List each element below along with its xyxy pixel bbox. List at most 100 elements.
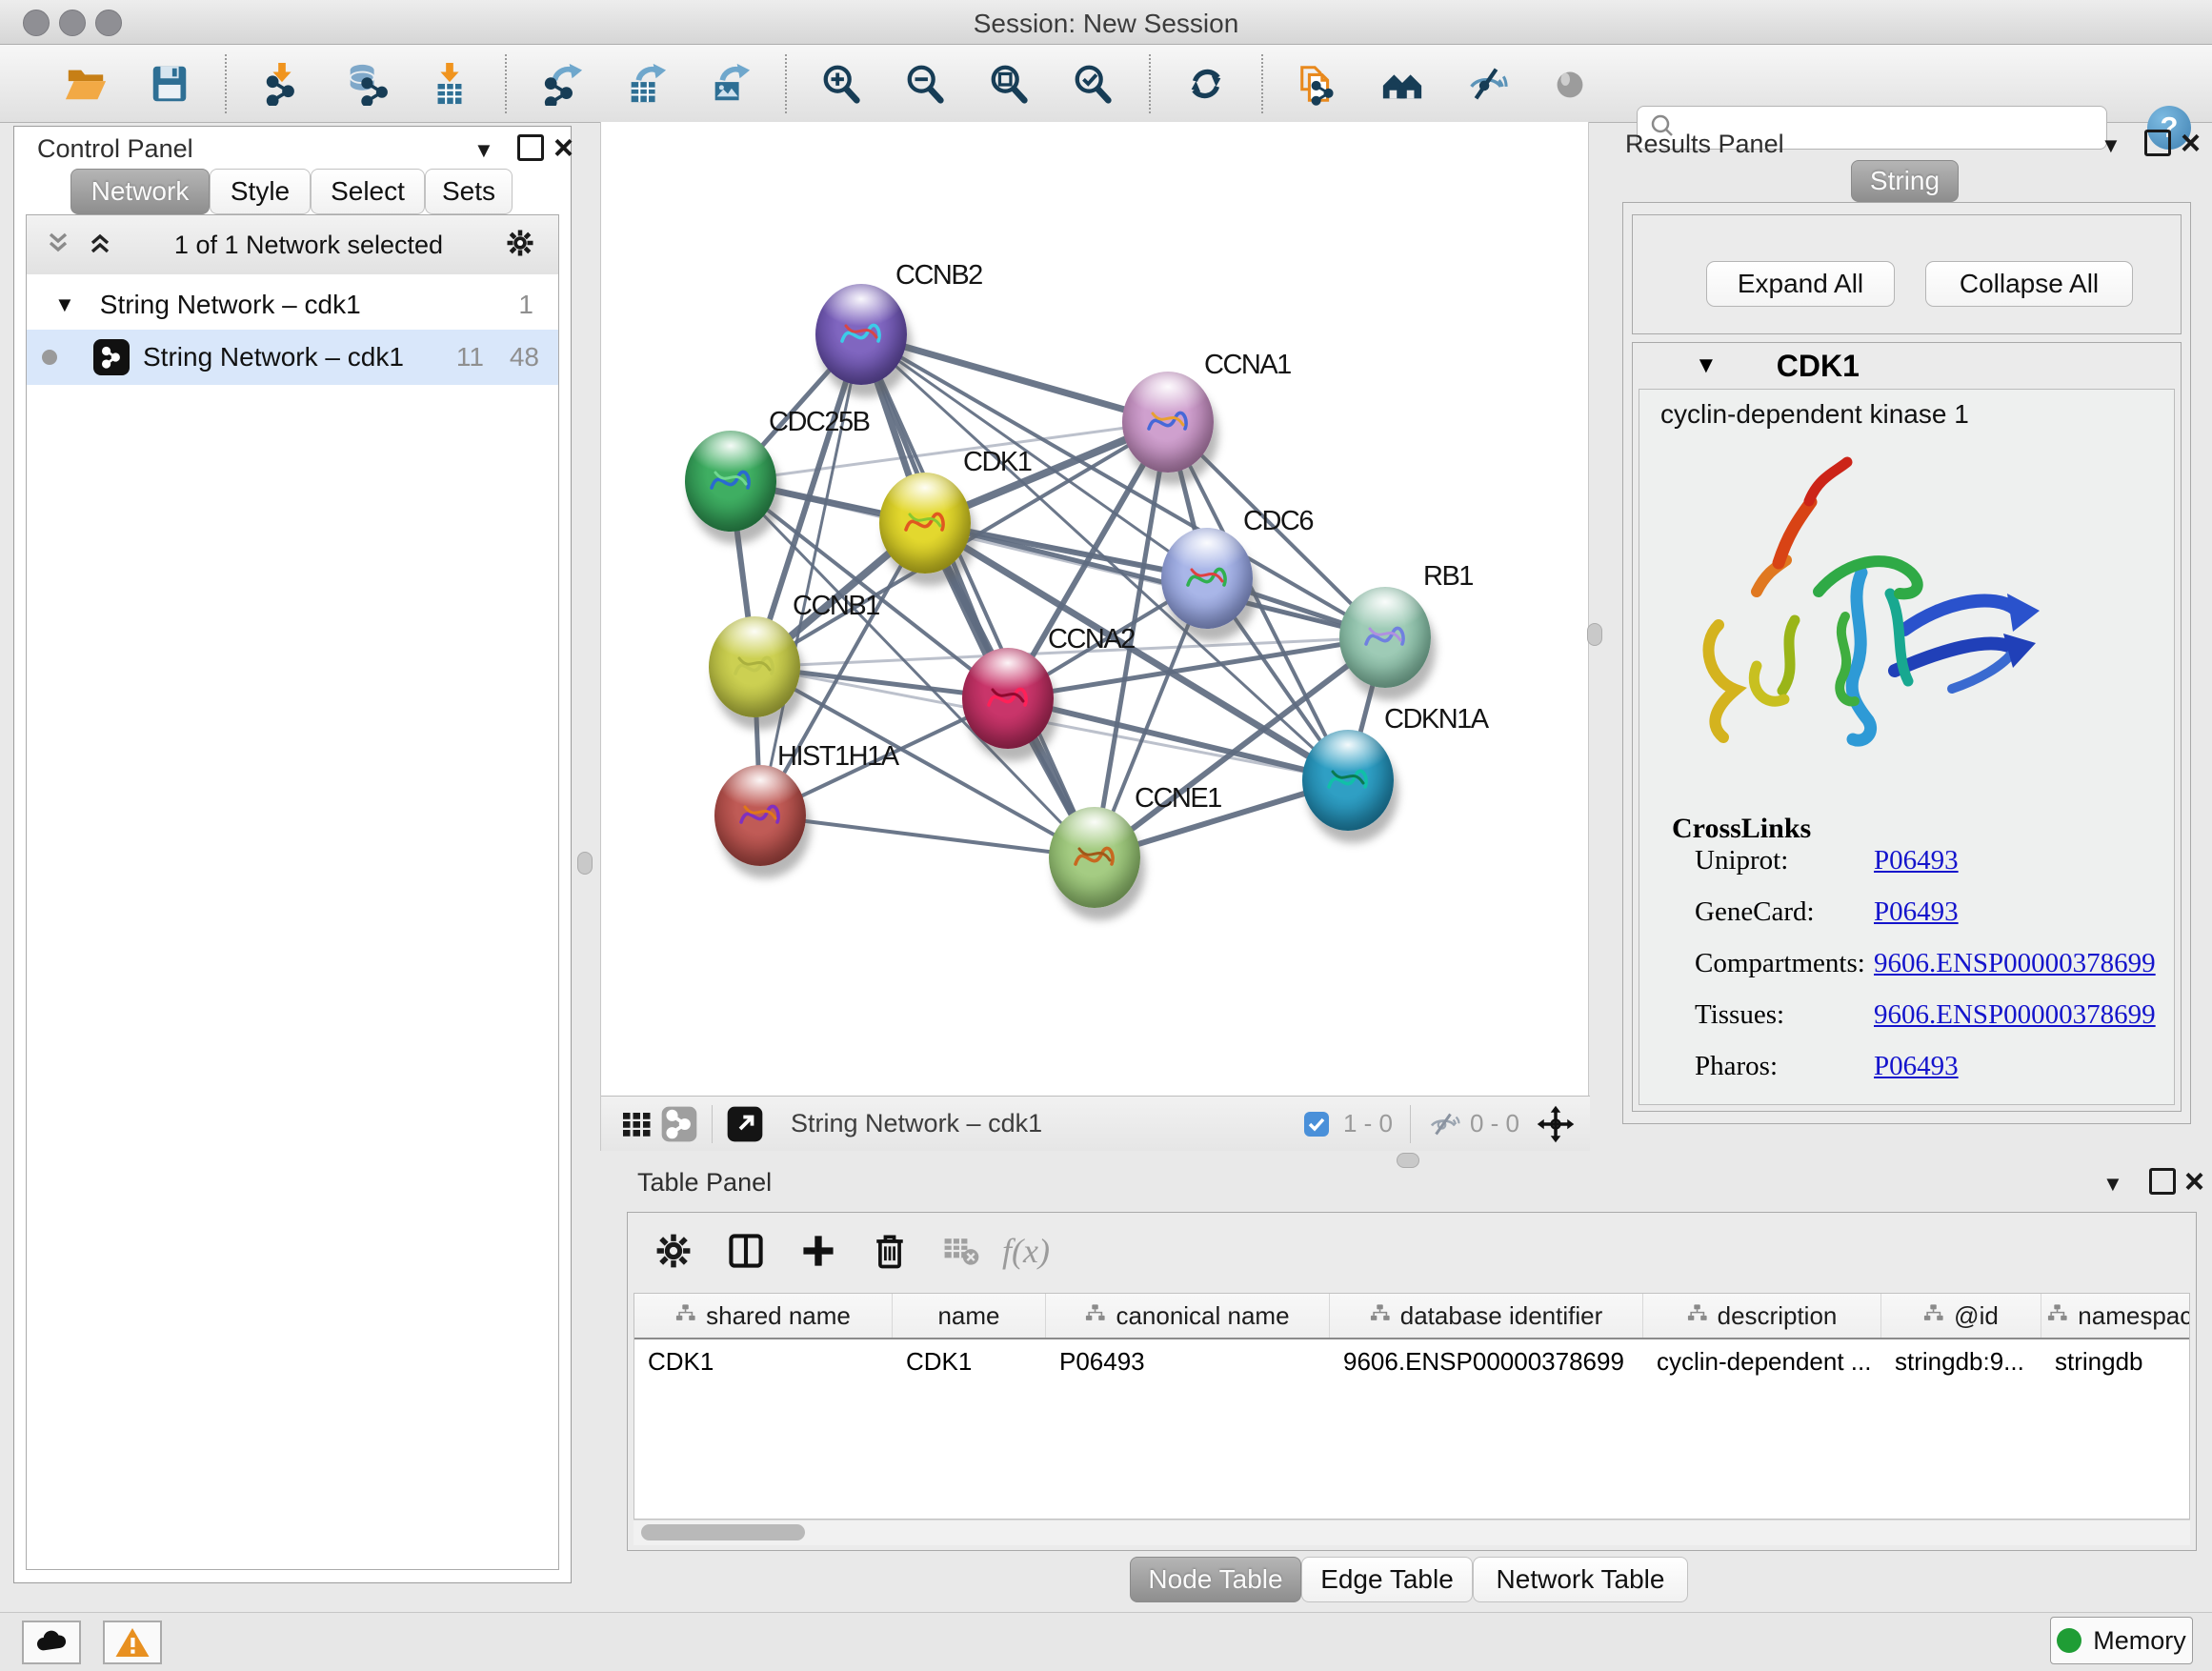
table-cell[interactable]: 9606.ENSP00000378699	[1330, 1339, 1643, 1383]
column-header--id[interactable]: @id	[1881, 1294, 2041, 1338]
column-header-namespace[interactable]: namespace	[2041, 1294, 2190, 1338]
tab-node-table[interactable]: Node Table	[1130, 1557, 1301, 1602]
zoom-fit-content-icon[interactable]	[987, 61, 1033, 107]
warnings-button[interactable]	[103, 1621, 162, 1664]
protein-structure-image	[1666, 449, 2047, 773]
gene-collapse-icon[interactable]: ▼	[1695, 352, 1718, 379]
clone-network-icon[interactable]	[1296, 61, 1341, 107]
network-edge[interactable]	[1008, 698, 1348, 780]
network-node-cdc25b[interactable]	[685, 431, 776, 532]
scrollbar-thumb[interactable]	[641, 1524, 805, 1540]
network-collection-row[interactable]: ▼ String Network – cdk1 1	[27, 280, 558, 330]
crosslink-value-link[interactable]: P06493	[1874, 845, 1959, 876]
zoom-selected-icon[interactable]	[1071, 61, 1116, 107]
tab-style[interactable]: Style	[210, 169, 311, 214]
show-home-icon[interactable]	[1379, 61, 1425, 107]
table-row[interactable]: CDK1CDK1P064939606.ENSP00000378699cyclin…	[634, 1339, 2189, 1383]
network-options-gear-icon[interactable]	[503, 226, 537, 265]
refresh-view-icon[interactable]	[1183, 61, 1229, 107]
memory-button[interactable]: Memory	[2050, 1617, 2193, 1664]
tab-edge-table[interactable]: Edge Table	[1301, 1557, 1473, 1602]
show-columns-icon[interactable]	[721, 1226, 771, 1276]
zoom-in-icon[interactable]	[819, 61, 865, 107]
tab-select[interactable]: Select	[311, 169, 425, 214]
network-node-ccna2[interactable]	[962, 648, 1054, 749]
control-panel-close-icon[interactable]: ×	[553, 136, 573, 159]
save-session-icon[interactable]	[147, 61, 192, 107]
import-network-from-file-icon[interactable]	[259, 61, 305, 107]
table-cell[interactable]: CDK1	[893, 1339, 1046, 1383]
network-node-hist1h1a[interactable]	[714, 765, 806, 866]
crosslink-value-link[interactable]: P06493	[1874, 1051, 1959, 1082]
expand-all-networks-icon[interactable]	[86, 229, 114, 262]
network-row[interactable]: String Network – cdk1 11 48	[27, 330, 558, 385]
network-node-cdkn1a[interactable]	[1302, 730, 1394, 831]
open-in-window-icon[interactable]	[724, 1103, 766, 1145]
column-header-description[interactable]: description	[1643, 1294, 1881, 1338]
export-network-icon[interactable]	[539, 61, 585, 107]
crosslink-value-link[interactable]: P06493	[1874, 896, 1959, 928]
collection-expand-icon[interactable]: ▼	[54, 292, 75, 317]
network-tree: ▼ String Network – cdk1 1 String Network…	[26, 274, 559, 1570]
table-cell[interactable]: CDK1	[634, 1339, 893, 1383]
expand-all-button[interactable]: Expand All	[1706, 261, 1895, 307]
collapse-all-button[interactable]: Collapse All	[1925, 261, 2133, 307]
open-session-icon[interactable]	[63, 61, 109, 107]
zoom-out-icon[interactable]	[903, 61, 949, 107]
hide-selected-icon[interactable]	[1463, 61, 1509, 107]
add-column-icon[interactable]	[794, 1226, 843, 1276]
table-cell[interactable]: stringdb	[2041, 1339, 2190, 1383]
node-table[interactable]: shared namenamecanonical namedatabase id…	[633, 1293, 2190, 1520]
network-node-ccnb1[interactable]	[709, 616, 800, 717]
table-cell[interactable]: cyclin-dependent ...	[1643, 1339, 1881, 1383]
network-node-cdc6[interactable]	[1161, 528, 1253, 629]
string-view-icon[interactable]	[658, 1103, 700, 1145]
import-network-from-database-icon[interactable]	[343, 61, 389, 107]
network-canvas[interactable]: CCNB2 CCNA1 CDC25B CDK1 CDC6 RB1 CCNB1	[601, 122, 1590, 1096]
pan-crosshair-icon[interactable]	[1535, 1103, 1577, 1145]
tab-string-results[interactable]: String	[1851, 160, 1959, 202]
table-settings-gear-icon[interactable]	[649, 1226, 698, 1276]
control-panel-menu-icon[interactable]: ▼	[473, 138, 494, 163]
tab-sets[interactable]: Sets	[425, 169, 513, 214]
network-bullet-icon	[42, 350, 57, 365]
network-node-ccnb2[interactable]	[815, 284, 907, 385]
selected-checkbox-icon[interactable]	[1296, 1103, 1337, 1145]
column-header-shared-name[interactable]: shared name	[634, 1294, 893, 1338]
table-panel-menu-icon[interactable]: ▼	[2102, 1172, 2123, 1197]
delete-column-trash-icon[interactable]	[865, 1226, 915, 1276]
crosslink-value-link[interactable]: 9606.ENSP00000378699	[1874, 999, 2156, 1031]
grid-view-icon[interactable]	[616, 1103, 658, 1145]
table-cell[interactable]: stringdb:9...	[1881, 1339, 2041, 1383]
hidden-eye-icon[interactable]	[1422, 1103, 1464, 1145]
import-table-from-file-icon[interactable]	[427, 61, 473, 107]
network-edge[interactable]	[861, 334, 1095, 857]
table-cell[interactable]: P06493	[1046, 1339, 1330, 1383]
results-panel-menu-icon[interactable]: ▼	[2101, 133, 2122, 158]
birdseye-view-icon[interactable]	[1547, 61, 1593, 107]
results-panel-close-icon[interactable]: ×	[2181, 131, 2201, 154]
column-header-database-identifier[interactable]: database identifier	[1330, 1294, 1643, 1338]
export-image-icon[interactable]	[707, 61, 753, 107]
column-header-canonical-name[interactable]: canonical name	[1046, 1294, 1330, 1338]
table-panel-float-icon[interactable]	[2149, 1168, 2176, 1195]
network-edge[interactable]	[760, 815, 1095, 857]
tab-network-table[interactable]: Network Table	[1473, 1557, 1688, 1602]
table-panel-close-icon[interactable]: ×	[2184, 1170, 2204, 1193]
network-node-rb1[interactable]	[1339, 587, 1431, 688]
control-panel-float-icon[interactable]	[517, 134, 544, 161]
crosslink-value-link[interactable]: 9606.ENSP00000378699	[1874, 948, 2156, 979]
collapse-all-networks-icon[interactable]	[44, 229, 72, 262]
network-node-cdk1[interactable]	[879, 473, 971, 574]
column-header-label: description	[1718, 1301, 1838, 1331]
gene-section-header[interactable]: ▼ CDK1	[1633, 343, 2181, 389]
tab-network[interactable]: Network	[70, 169, 210, 214]
export-table-icon[interactable]	[623, 61, 669, 107]
table-horizontal-scrollbar[interactable]	[633, 1520, 2190, 1545]
left-splitter-handle[interactable]	[577, 852, 593, 875]
results-panel-float-icon[interactable]	[2144, 130, 2171, 156]
network-node-ccna1[interactable]	[1122, 372, 1214, 473]
network-node-ccne1[interactable]	[1049, 807, 1140, 908]
cloud-button[interactable]	[22, 1621, 81, 1664]
column-header-name[interactable]: name	[893, 1294, 1046, 1338]
